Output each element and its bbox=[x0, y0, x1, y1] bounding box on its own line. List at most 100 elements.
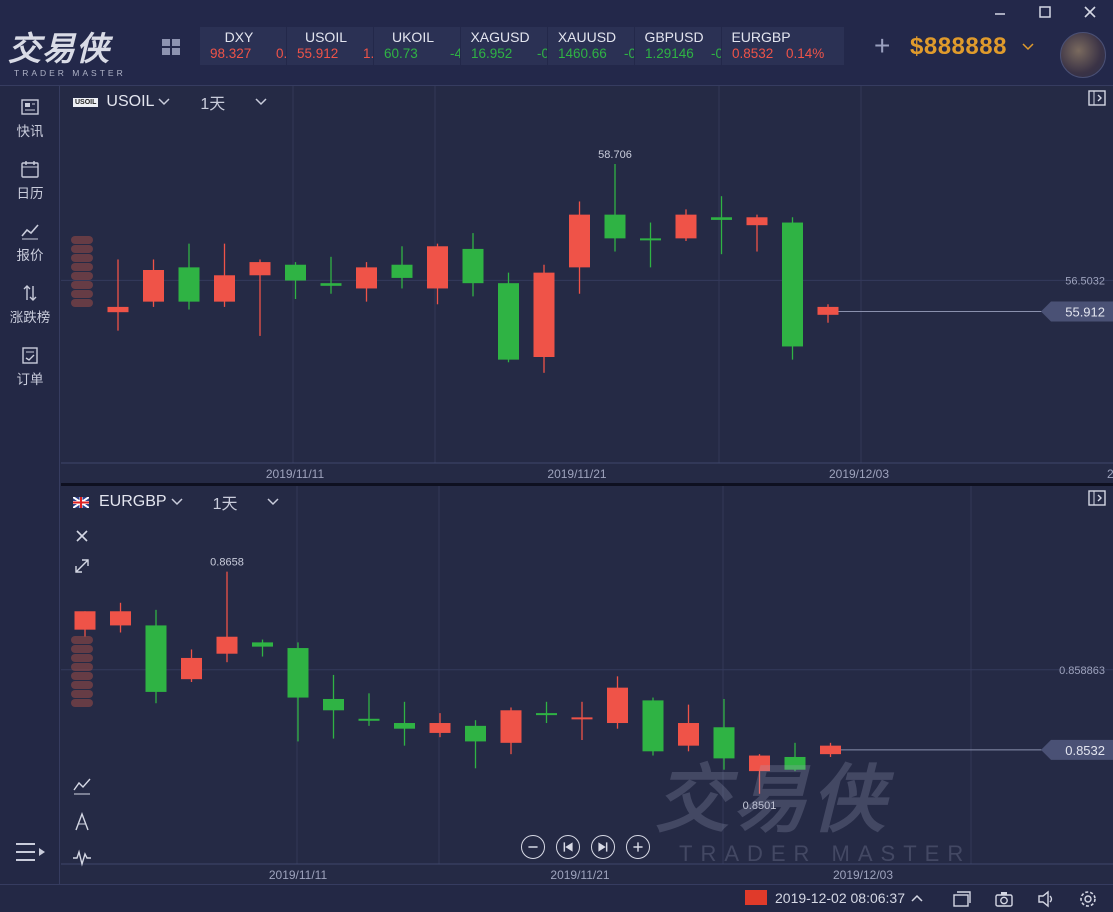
candle-body bbox=[604, 214, 626, 239]
ticker-change: -0. bbox=[537, 46, 547, 61]
candle-body bbox=[323, 698, 344, 711]
sidebar-item-orders[interactable]: 订单 bbox=[0, 336, 60, 392]
candle-body bbox=[462, 248, 484, 284]
candle-body bbox=[429, 723, 451, 733]
ticker-symbol: EURGBP bbox=[731, 29, 791, 45]
sidebar-item-label: 订单 bbox=[16, 372, 44, 387]
candle-body bbox=[782, 222, 803, 347]
ticker-price: 98.327 bbox=[210, 46, 252, 61]
step-back-icon[interactable] bbox=[556, 835, 580, 859]
ticker-change: -0. bbox=[711, 46, 721, 61]
chevron-up-icon[interactable] bbox=[910, 889, 924, 909]
candle-body bbox=[536, 713, 557, 716]
volume-indicator bbox=[71, 236, 93, 308]
timeframe-selector[interactable]: 1天 bbox=[200, 90, 225, 114]
ticker-symbol: USOIL bbox=[304, 29, 347, 45]
ticker-symbol: XAUUSD bbox=[557, 29, 617, 45]
minimize-icon[interactable] bbox=[990, 3, 1010, 21]
sidebar-item-label: 快讯 bbox=[16, 124, 44, 139]
candle-body bbox=[640, 238, 661, 241]
chevron-down-icon[interactable] bbox=[158, 98, 170, 106]
timeframe-selector[interactable]: 1天 bbox=[213, 490, 238, 514]
sidebar-item-ranking[interactable]: 涨跌榜 bbox=[0, 274, 60, 330]
candle-body bbox=[533, 272, 555, 357]
chart-settings-icon[interactable] bbox=[1087, 89, 1107, 107]
candle-body bbox=[571, 717, 593, 720]
chart-settings-icon[interactable] bbox=[1087, 489, 1107, 507]
drawing-tool-icon[interactable] bbox=[72, 812, 92, 832]
candle-body bbox=[678, 723, 699, 746]
ticker-change: -0. bbox=[624, 46, 634, 61]
grid-menu-icon[interactable] bbox=[161, 38, 181, 56]
menu-icon[interactable] bbox=[15, 841, 47, 863]
zoom-in-icon[interactable] bbox=[626, 835, 650, 859]
symbol-selector[interactable]: EURGBP bbox=[99, 493, 167, 511]
x-tick-label: 2019/12/03 bbox=[833, 868, 893, 882]
zoom-out-icon[interactable] bbox=[521, 835, 545, 859]
avatar[interactable] bbox=[1060, 32, 1106, 78]
candle-body bbox=[358, 718, 380, 721]
last-price-label: 0.8532 bbox=[1065, 743, 1105, 758]
x-tick-label: 2019/11/21 bbox=[547, 467, 606, 481]
candle-body bbox=[214, 275, 235, 302]
usoil-chart[interactable]: 56.5032 2019/11/11 2019/11/21 2019/12/03 2 55… bbox=[61, 86, 1113, 484]
x-tick-label: 2019/11/11 bbox=[269, 868, 328, 882]
maximize-icon[interactable] bbox=[1035, 3, 1055, 21]
eurgbp-chart-panel[interactable]: 0.858863 2019/11/11 2019/11/21 2019/12/03 0.… bbox=[61, 486, 1113, 884]
speaker-icon[interactable] bbox=[1036, 889, 1056, 909]
ticker-xagusd[interactable]: XAGUSD 16.952 -0. bbox=[461, 27, 548, 65]
ticker-usoil[interactable]: USOIL 55.912 1. bbox=[287, 27, 374, 65]
candle-body bbox=[820, 745, 841, 755]
waveform-icon[interactable] bbox=[72, 848, 92, 868]
eurgbp-chart[interactable]: 0.858863 2019/11/11 2019/11/21 2019/12/03 0.… bbox=[61, 486, 1113, 884]
x-tick-label: 2019/12/03 bbox=[829, 467, 889, 481]
chart-header: USOIL USOIL 1天 bbox=[73, 91, 267, 113]
window-icon[interactable] bbox=[952, 889, 972, 909]
ticker-price: 55.912 bbox=[297, 46, 339, 61]
ticker-eurgbp[interactable]: EURGBP 0.8532 0.14% bbox=[722, 27, 845, 65]
chevron-down-icon[interactable] bbox=[255, 98, 267, 106]
ticker-symbol: UKOIL bbox=[391, 29, 434, 45]
sidebar-item-quotes[interactable]: 报价 bbox=[0, 212, 60, 268]
y-gridline-label: 0.858863 bbox=[1059, 665, 1105, 677]
ticker-xauusd[interactable]: XAUUSD 1460.66 -0. bbox=[548, 27, 635, 65]
logo-subtitle: TRADER MASTER bbox=[14, 68, 126, 78]
sidebar-item-calendar[interactable]: 日历 bbox=[0, 150, 60, 206]
candle-body bbox=[607, 687, 628, 724]
indicator-icon[interactable] bbox=[72, 776, 92, 796]
ticker-symbol: GBPUSD bbox=[644, 29, 704, 45]
account-balance[interactable]: $888888 bbox=[910, 33, 1007, 61]
ticker-symbol: XAGUSD bbox=[470, 29, 530, 45]
expand-icon[interactable] bbox=[72, 556, 92, 576]
close-icon[interactable] bbox=[1080, 3, 1100, 21]
ticker-symbol: DXY bbox=[224, 29, 254, 45]
candle-body bbox=[746, 217, 768, 226]
high-price-label: 58.706 bbox=[598, 149, 632, 161]
gear-icon[interactable] bbox=[1078, 889, 1098, 909]
camera-icon[interactable] bbox=[994, 889, 1014, 909]
candle-body bbox=[356, 267, 377, 289]
ticker-gbpusd[interactable]: GBPUSD 1.29146 -0. bbox=[635, 27, 722, 65]
chart-header: EURGBP 1天 bbox=[73, 490, 280, 514]
calendar-icon bbox=[21, 161, 39, 178]
ticker-ukoil[interactable]: UKOIL 60.73 -4. bbox=[374, 27, 461, 65]
server-clock[interactable]: 2019-12-02 08:06:37 bbox=[775, 890, 905, 906]
symbol-selector[interactable]: USOIL bbox=[106, 93, 154, 111]
chevron-down-icon[interactable] bbox=[267, 498, 280, 506]
add-icon[interactable]: + bbox=[874, 32, 890, 60]
chevron-down-icon[interactable] bbox=[1022, 42, 1034, 52]
step-forward-icon[interactable] bbox=[591, 835, 615, 859]
candle-body bbox=[178, 267, 200, 302]
chevron-down-icon[interactable] bbox=[171, 498, 183, 506]
candle-body bbox=[145, 625, 167, 692]
candle-body bbox=[498, 283, 519, 360]
sidebar-item-news[interactable]: 快讯 bbox=[0, 88, 60, 144]
candle-body bbox=[394, 723, 415, 729]
ticker-price: 1460.66 bbox=[558, 46, 607, 61]
close-icon[interactable] bbox=[72, 526, 92, 546]
candle-body bbox=[143, 270, 164, 302]
usoil-chart-panel[interactable]: 56.5032 2019/11/11 2019/11/21 2019/12/03 2 55… bbox=[61, 86, 1113, 484]
ticker-price: 16.952 bbox=[471, 46, 513, 61]
ticker-dxy[interactable]: DXY 98.327 0. bbox=[200, 27, 287, 65]
ticker-strip: DXY 98.327 0. USOIL 55.912 1. UKOIL 60.73 -… bbox=[200, 27, 845, 65]
